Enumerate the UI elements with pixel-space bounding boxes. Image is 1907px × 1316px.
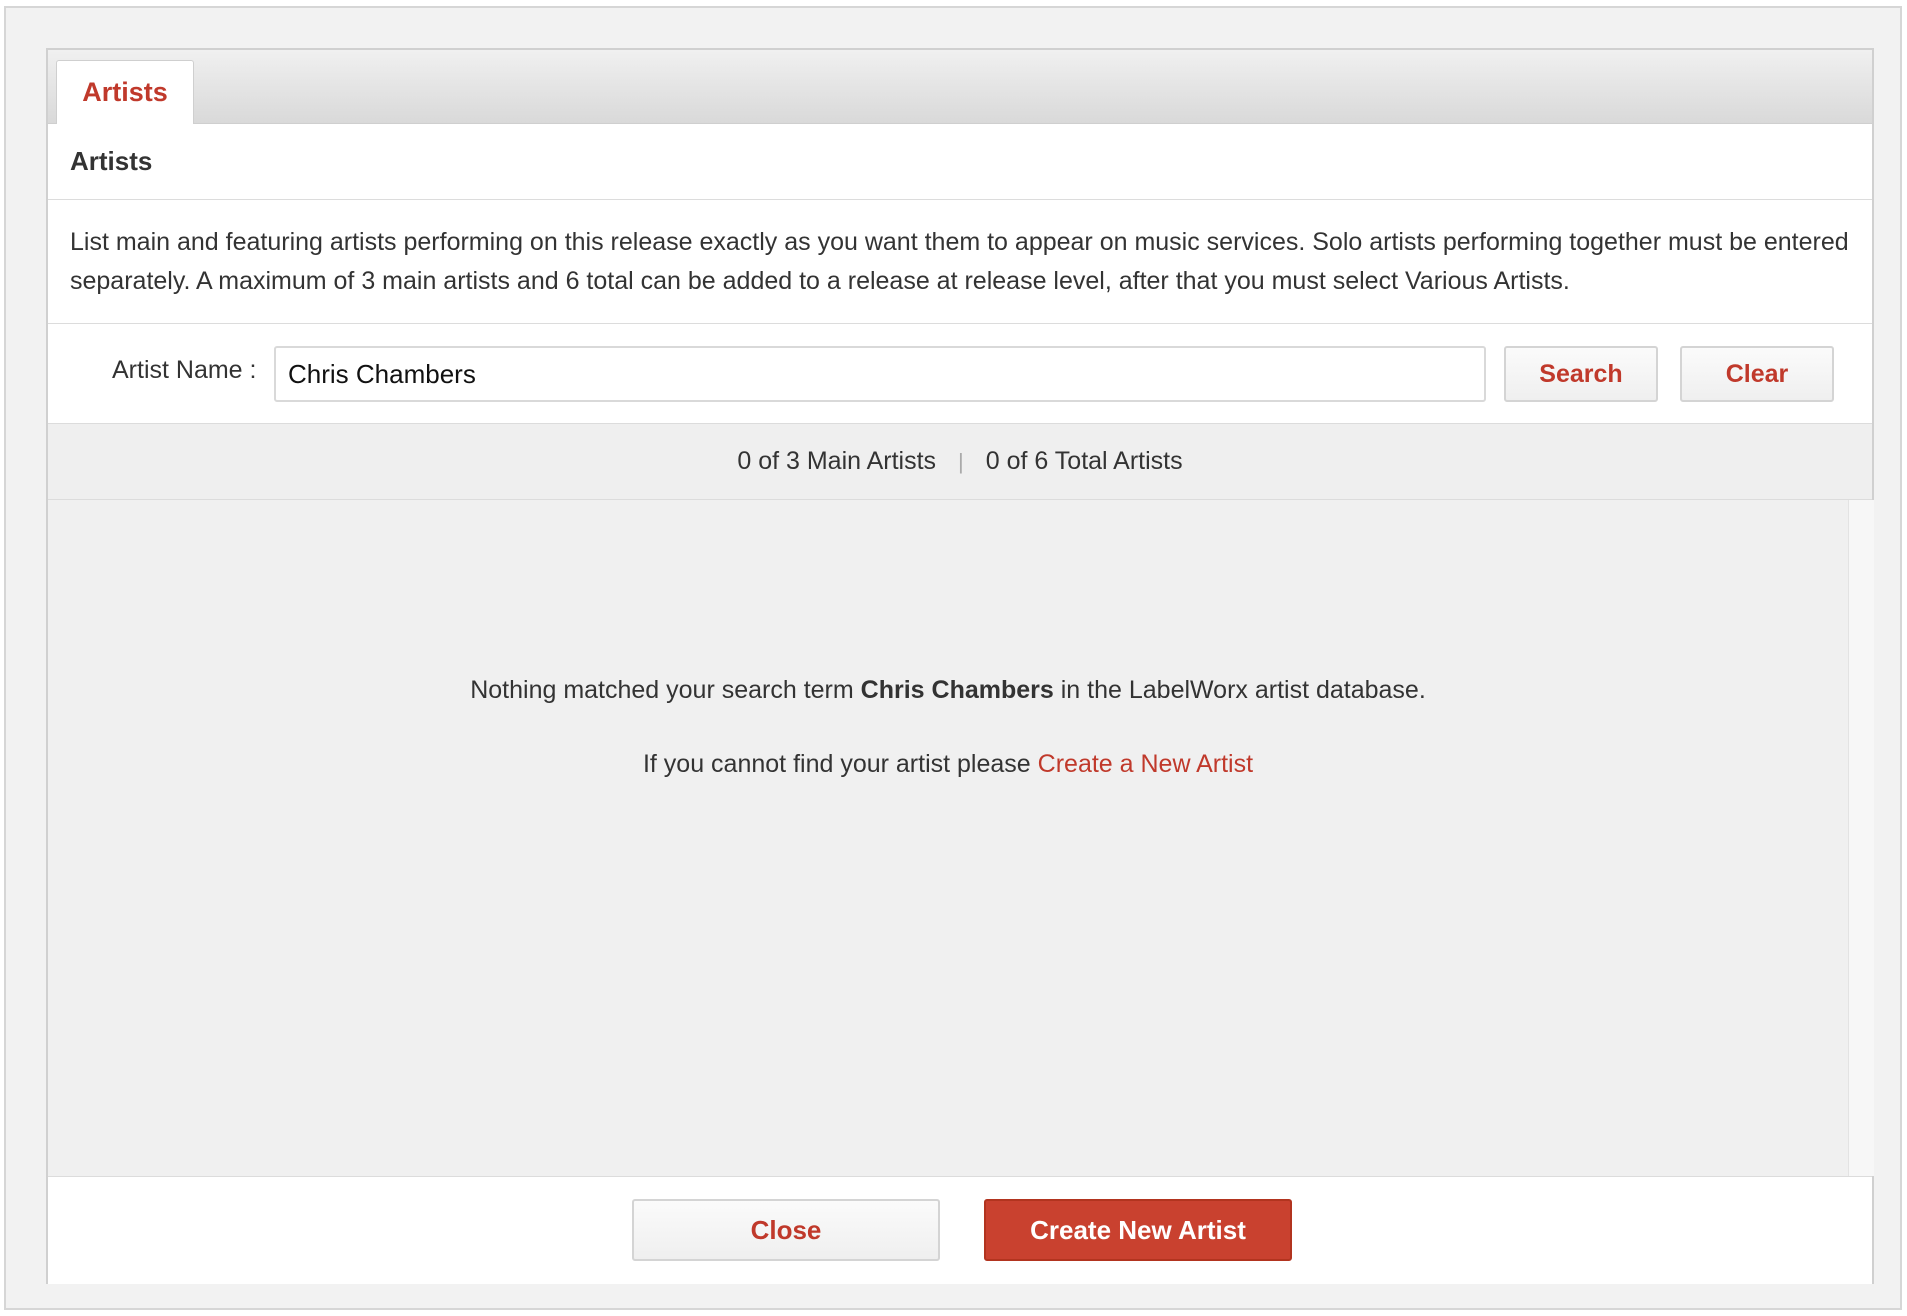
instructions-text: List main and featuring artists performi… bbox=[48, 200, 1872, 324]
clear-button[interactable]: Clear bbox=[1680, 346, 1834, 402]
main-artists-count: 0 of 3 Main Artists bbox=[737, 447, 937, 475]
create-artist-hint-text: If you cannot find your artist please bbox=[642, 750, 1031, 778]
tab-bar: Artists bbox=[48, 50, 1872, 124]
counts-separator: | bbox=[958, 448, 964, 474]
section-title: Artists bbox=[48, 124, 1872, 200]
tab-artists[interactable]: Artists bbox=[56, 60, 194, 124]
no-results-prefix: Nothing matched your search term bbox=[470, 676, 854, 704]
create-new-artist-button[interactable]: Create New Artist bbox=[984, 1199, 1292, 1261]
close-button[interactable]: Close bbox=[632, 1199, 940, 1261]
search-results-area: Nothing matched your search term Chris C… bbox=[48, 500, 1848, 1176]
artist-name-input[interactable] bbox=[274, 346, 1486, 402]
create-artist-hint: If you cannot find your artist please Cr… bbox=[48, 750, 1848, 779]
total-artists-count: 0 of 6 Total Artists bbox=[985, 447, 1183, 475]
no-results-term: Chris Chambers bbox=[860, 676, 1054, 704]
create-new-artist-link[interactable]: Create a New Artist bbox=[1038, 750, 1253, 778]
artist-counts: 0 of 3 Main Artists | 0 of 6 Total Artis… bbox=[48, 424, 1872, 500]
artists-dialog: Artists Artists List main and featuring … bbox=[46, 48, 1874, 1284]
results-scrollbar[interactable] bbox=[1848, 500, 1874, 1176]
dialog-footer: Close Create New Artist bbox=[48, 1176, 1872, 1284]
no-results-message: Nothing matched your search term Chris C… bbox=[48, 676, 1848, 705]
page-frame: Artists Artists List main and featuring … bbox=[4, 6, 1902, 1310]
no-results-suffix: in the LabelWorx artist database. bbox=[1060, 676, 1426, 704]
search-button[interactable]: Search bbox=[1504, 346, 1658, 402]
artist-name-label: Artist Name : bbox=[112, 356, 257, 384]
search-row: Artist Name : Search Clear bbox=[48, 324, 1872, 424]
